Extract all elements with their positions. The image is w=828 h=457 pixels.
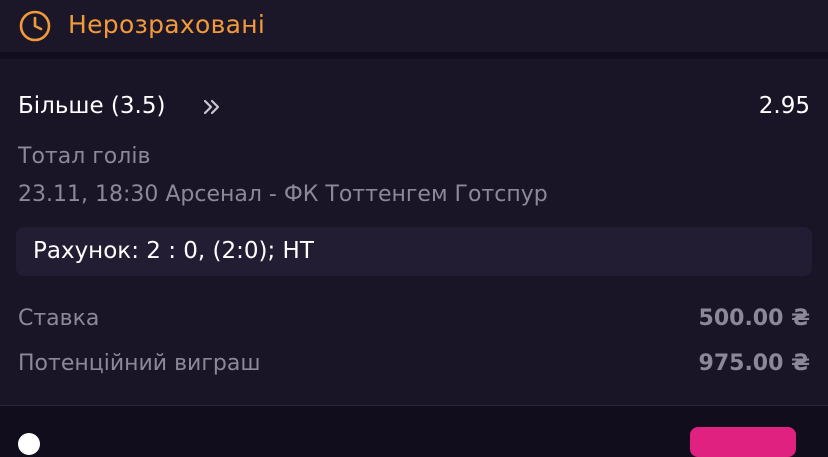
section-header: Нерозраховані <box>0 0 828 52</box>
potential-win-value: 975.00 ₴ <box>698 351 810 376</box>
section-title: Нерозраховані <box>68 10 266 39</box>
footer-action-button[interactable] <box>690 427 796 457</box>
stake-label: Ставка <box>18 306 100 331</box>
score-box: Рахунок: 2 : 0, (2:0); HT <box>16 227 812 276</box>
footer-circle-icon[interactable] <box>18 433 40 455</box>
footer-bar <box>0 405 828 457</box>
stake-value: 500.00 ₴ <box>698 306 810 331</box>
potential-win-label: Потенційний виграш <box>18 351 261 376</box>
bet-odds: 2.95 <box>758 93 810 119</box>
score-text: Рахунок: 2 : 0, (2:0); HT <box>33 238 314 264</box>
clock-icon <box>19 10 51 42</box>
market-name: Тотал голів <box>18 144 151 169</box>
bet-selection[interactable]: Більше (3.5) <box>18 88 165 124</box>
double-chevron-right-icon[interactable] <box>201 96 223 118</box>
event-info: 23.11, 18:30 Арсенал - ФК Тоттенгем Готс… <box>18 182 548 207</box>
